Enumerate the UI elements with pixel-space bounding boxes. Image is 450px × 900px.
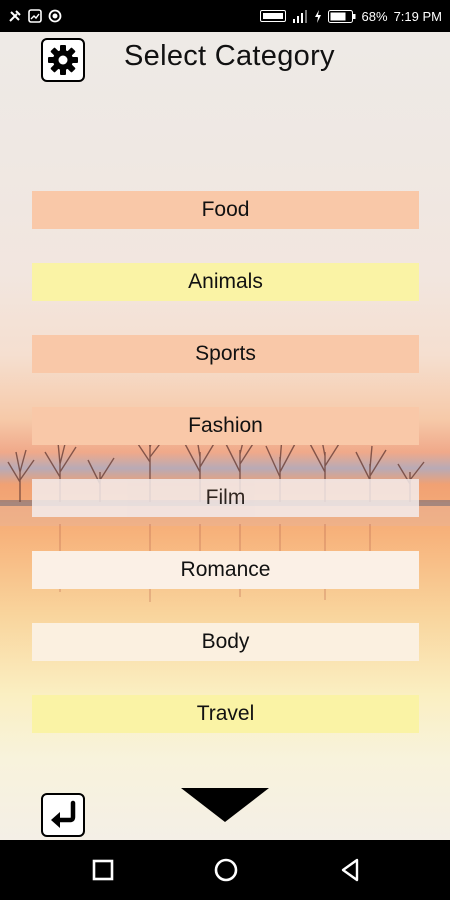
navigation-bar (0, 840, 450, 900)
triangle-back-icon[interactable] (336, 856, 364, 884)
category-animals-button[interactable]: Animals (32, 263, 419, 301)
down-triangle-icon[interactable] (181, 788, 269, 822)
category-label: Film (205, 486, 246, 509)
clock: 7:19 PM (393, 8, 442, 24)
category-label: Romance (180, 558, 271, 581)
square-recents-icon[interactable] (89, 856, 117, 884)
battery-icon (327, 9, 356, 23)
category-film-button[interactable]: Film (32, 479, 419, 517)
category-food-button[interactable]: Food (32, 191, 419, 229)
header: Select Category (0, 32, 450, 88)
category-travel-button[interactable]: Travel (32, 695, 419, 733)
status-bar: 68% 7:19 PM (0, 0, 450, 32)
category-label: Animals (188, 270, 263, 293)
status-left-icons (8, 9, 62, 23)
category-label: Sports (195, 342, 256, 365)
circle-home-icon[interactable] (212, 856, 240, 884)
status-right-icons: 68% 7:19 PM (259, 8, 442, 24)
category-label: Travel (196, 702, 255, 725)
app-screen: Select Category Food Animals Sports Fash… (0, 32, 450, 840)
volte-icon (259, 10, 286, 22)
back-button[interactable] (41, 793, 85, 837)
category-sports-button[interactable]: Sports (32, 335, 419, 373)
tools-icon (9, 10, 21, 22)
signal-icon (292, 9, 307, 23)
category-fashion-button[interactable]: Fashion (32, 407, 419, 445)
record-icon (48, 9, 62, 23)
category-label: Food (201, 198, 250, 221)
category-label: Fashion (188, 414, 263, 437)
category-body-button[interactable]: Body (32, 623, 419, 661)
category-romance-button[interactable]: Romance (32, 551, 419, 589)
category-label: Body (201, 630, 250, 653)
image-icon (28, 9, 42, 23)
page-title: Select Category (124, 40, 335, 72)
back-arrow-icon (51, 800, 76, 828)
settings-button[interactable] (41, 38, 85, 82)
charging-icon (314, 9, 321, 23)
battery-percent: 68% (361, 8, 388, 24)
gear-icon (48, 45, 78, 75)
